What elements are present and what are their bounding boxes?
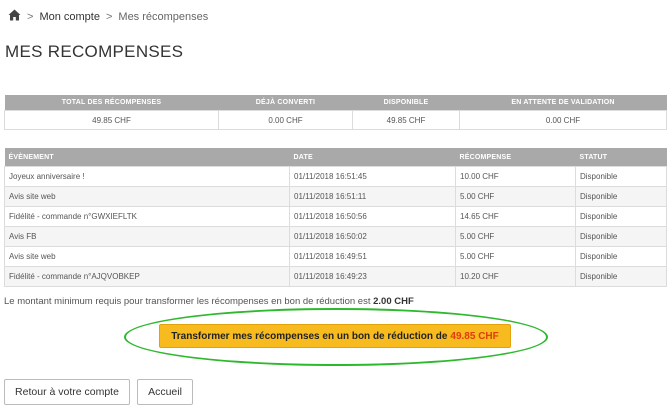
transform-rewards-button[interactable]: Transformer mes récompenses en un bon de… (159, 324, 511, 348)
summary-header-available: DISPONIBLE (352, 95, 460, 111)
breadcrumb-separator: > (27, 10, 34, 23)
date-cell: 01/11/2018 16:50:02 (289, 226, 456, 247)
minimum-note-text: Le montant minimum requis pour transform… (4, 296, 371, 307)
summary-header-total: TOTAL DES RÉCOMPENSES (4, 95, 219, 111)
rewards-events-table: ÉVÈNEMENT DATE RÉCOMPENSE STATUT Joyeux … (4, 148, 667, 287)
back-to-account-button[interactable]: Retour à votre compte (4, 379, 130, 405)
event-cell: Avis site web (4, 186, 290, 207)
status-cell: Disponible (575, 206, 667, 227)
summary-header-pending: EN ATTENTE DE VALIDATION (459, 95, 667, 111)
events-header-reward: RÉCOMPENSE (455, 148, 576, 167)
status-cell: Disponible (575, 186, 667, 207)
rewards-summary-table: TOTAL DES RÉCOMPENSES DÉJÀ CONVERTI DISP… (4, 95, 667, 130)
event-cell: Avis site web (4, 246, 290, 267)
minimum-note-amount: 2.00 CHF (373, 296, 414, 307)
breadcrumb-current: Mes récompenses (118, 10, 209, 23)
summary-header-row: TOTAL DES RÉCOMPENSES DÉJÀ CONVERTI DISP… (4, 95, 667, 111)
page-title: MES RECOMPENSES (5, 42, 184, 61)
home-icon[interactable] (8, 9, 21, 24)
reward-cell: 10.20 CHF (455, 266, 576, 287)
summary-converted-value: 0.00 CHF (218, 110, 353, 130)
table-row: Avis FB 01/11/2018 16:50:02 5.00 CHF Dis… (4, 226, 667, 247)
summary-header-converted: DÉJÀ CONVERTI (218, 95, 353, 111)
table-row: Fidélité - commande n°GWXIEFLTK 01/11/20… (4, 206, 667, 227)
status-cell: Disponible (575, 266, 667, 287)
breadcrumb-account-link[interactable]: Mon compte (39, 11, 100, 23)
events-header-status: STATUT (575, 148, 667, 167)
events-header-event: ÉVÈNEMENT (4, 148, 290, 167)
transform-button-label: Transformer mes récompenses en un bon de… (171, 330, 448, 342)
home-button[interactable]: Accueil (137, 379, 193, 405)
breadcrumb: > Mon compte > Mes récompenses (8, 9, 208, 24)
status-cell: Disponible (575, 226, 667, 247)
date-cell: 01/11/2018 16:49:51 (289, 246, 456, 267)
summary-total-value: 49.85 CHF (4, 110, 219, 130)
minimum-amount-note: Le montant minimum requis pour transform… (4, 296, 414, 307)
status-cell: Disponible (575, 166, 667, 187)
events-header-date: DATE (289, 148, 456, 167)
summary-value-row: 49.85 CHF 0.00 CHF 49.85 CHF 0.00 CHF (4, 110, 667, 130)
reward-cell: 5.00 CHF (455, 186, 576, 207)
event-cell: Avis FB (4, 226, 290, 247)
reward-cell: 5.00 CHF (455, 226, 576, 247)
date-cell: 01/11/2018 16:50:56 (289, 206, 456, 227)
status-cell: Disponible (575, 246, 667, 267)
event-cell: Joyeux anniversaire ! (4, 166, 290, 187)
date-cell: 01/11/2018 16:49:23 (289, 266, 456, 287)
date-cell: 01/11/2018 16:51:11 (289, 186, 456, 207)
table-row: Avis site web 01/11/2018 16:51:11 5.00 C… (4, 186, 667, 207)
summary-available-value: 49.85 CHF (352, 110, 460, 130)
table-row: Joyeux anniversaire ! 01/11/2018 16:51:4… (4, 166, 667, 187)
reward-cell: 14.65 CHF (455, 206, 576, 227)
date-cell: 01/11/2018 16:51:45 (289, 166, 456, 187)
transform-button-amount: 49.85 CHF (450, 330, 499, 342)
event-cell: Fidélité - commande n°GWXIEFLTK (4, 206, 290, 227)
reward-cell: 10.00 CHF (455, 166, 576, 187)
event-cell: Fidélité - commande n°AJQVOBKEP (4, 266, 290, 287)
table-row: Avis site web 01/11/2018 16:49:51 5.00 C… (4, 246, 667, 267)
events-header-row: ÉVÈNEMENT DATE RÉCOMPENSE STATUT (4, 148, 667, 167)
reward-cell: 5.00 CHF (455, 246, 576, 267)
summary-pending-value: 0.00 CHF (459, 110, 667, 130)
table-row: Fidélité - commande n°AJQVOBKEP 01/11/20… (4, 266, 667, 287)
breadcrumb-separator: > (105, 10, 113, 23)
